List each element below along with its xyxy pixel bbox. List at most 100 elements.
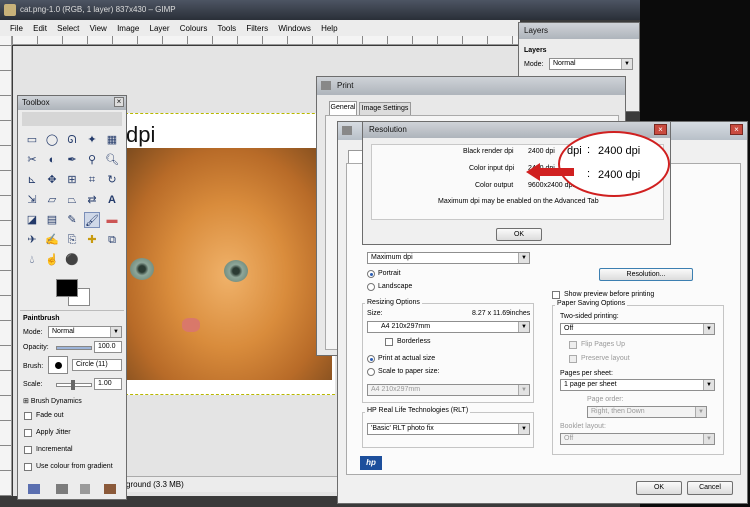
bucket-fill-icon[interactable]: ◪: [24, 212, 40, 228]
size-label: Size:: [367, 310, 383, 317]
rlt-select[interactable]: 'Basic' RLT photo fix ▼: [367, 423, 530, 435]
borderless-checkbox[interactable]: [385, 338, 393, 346]
align-icon[interactable]: ⊞: [64, 172, 80, 188]
pages-per-sheet-select[interactable]: 1 page per sheet ▼: [560, 379, 715, 391]
scissors-icon[interactable]: ✂: [24, 152, 40, 168]
scale-paper-select[interactable]: A4 210x297mm ▼: [367, 384, 530, 396]
brush-preview[interactable]: [48, 356, 68, 374]
brush-name-field[interactable]: Circle (11): [72, 359, 122, 371]
apply-jitter-checkbox[interactable]: [24, 429, 32, 437]
crop-icon[interactable]: ⌗: [84, 172, 100, 188]
resolution-button[interactable]: Resolution...: [599, 268, 693, 281]
dodge-burn-icon[interactable]: ⚫: [64, 252, 80, 268]
booklet-select[interactable]: Off ▼: [560, 433, 715, 445]
text-icon[interactable]: A: [104, 192, 120, 208]
airbrush-icon[interactable]: ✈: [24, 232, 40, 248]
paths-icon[interactable]: ✒: [64, 152, 80, 168]
paintbrush-icon[interactable]: 🖌︎: [84, 212, 100, 228]
two-sided-select[interactable]: Off ▼: [560, 323, 715, 335]
tab-general[interactable]: General: [329, 101, 357, 115]
gimp-menubar: File Edit Select View Image Layer Colour…: [0, 20, 520, 36]
measure-icon[interactable]: ⊾: [24, 172, 40, 188]
menu-edit[interactable]: Edit: [33, 24, 47, 33]
delete-options-icon[interactable]: [80, 484, 90, 494]
flip-icon[interactable]: ⇄: [84, 192, 100, 208]
move-icon[interactable]: ✥: [44, 172, 60, 188]
foreground-select-icon[interactable]: ◐: [44, 152, 60, 168]
print-actual-size-radio[interactable]: [367, 355, 375, 363]
free-select-icon[interactable]: ᘏ: [64, 132, 80, 148]
colour-picker-icon[interactable]: ⚲: [84, 152, 100, 168]
perspective-icon[interactable]: ⏢: [64, 192, 80, 208]
page-order-label: Page order:: [587, 396, 624, 403]
fuzzy-select-icon[interactable]: ✦: [84, 132, 100, 148]
ok-button[interactable]: OK: [636, 481, 682, 495]
menu-tools[interactable]: Tools: [217, 24, 236, 33]
gimp-statusbar: ground (3.3 MB): [120, 476, 350, 492]
scale-to-paper-radio[interactable]: [367, 368, 375, 376]
menu-help[interactable]: Help: [321, 24, 337, 33]
perspective-clone-icon[interactable]: ⧉: [104, 232, 120, 248]
blur-icon[interactable]: 💧︎: [24, 252, 40, 268]
ink-icon[interactable]: ✍: [44, 232, 60, 248]
shear-icon[interactable]: ▱: [44, 192, 60, 208]
foreground-colour-swatch[interactable]: [56, 279, 78, 297]
flip-pages-checkbox[interactable]: [569, 341, 577, 349]
menu-image[interactable]: Image: [117, 24, 139, 33]
scale-slider[interactable]: [56, 380, 92, 390]
chevron-down-icon: ▼: [518, 322, 529, 332]
page-order-select[interactable]: Right, then Down ▼: [587, 406, 707, 418]
restore-options-icon[interactable]: [56, 484, 68, 494]
close-icon[interactable]: ×: [730, 124, 743, 135]
layers-mode-select[interactable]: Normal ▼: [549, 58, 633, 70]
menu-view[interactable]: View: [90, 24, 107, 33]
rotate-icon[interactable]: ↻: [104, 172, 120, 188]
paint-mode-select[interactable]: Normal ▼: [48, 326, 122, 338]
portrait-radio[interactable]: [367, 270, 375, 278]
save-options-icon[interactable]: [28, 484, 40, 494]
incremental-checkbox[interactable]: [24, 446, 32, 454]
paper-size-select[interactable]: A4 210x297mm ▼: [367, 321, 530, 333]
print-quality-select[interactable]: Maximum dpi ▼: [367, 252, 530, 264]
preserve-layout-checkbox[interactable]: [569, 355, 577, 363]
properties-app-icon: [342, 126, 352, 135]
menu-file[interactable]: File: [10, 24, 23, 33]
clone-icon[interactable]: ⎘: [64, 232, 80, 248]
scale-slider-handle[interactable]: [71, 380, 75, 390]
ellipse-select-icon[interactable]: ◯: [44, 132, 60, 148]
rect-select-icon[interactable]: ▭: [24, 132, 40, 148]
cat-photo: [124, 148, 332, 380]
size-value: 8.27 x 11.69inches: [472, 310, 531, 317]
colour-select-icon[interactable]: ▦: [104, 132, 120, 148]
opacity-slider[interactable]: [56, 346, 92, 350]
close-icon[interactable]: ×: [654, 124, 667, 135]
close-icon[interactable]: ×: [114, 97, 124, 107]
reset-options-icon[interactable]: [104, 484, 116, 494]
color-input-label: Color input dpi: [469, 165, 515, 172]
heal-icon[interactable]: ✚: [84, 232, 100, 248]
scale-icon[interactable]: ⇲: [24, 192, 40, 208]
blend-icon[interactable]: ▤: [44, 212, 60, 228]
brush-dynamics-expander[interactable]: ⊞ Brush Dynamics: [23, 397, 82, 405]
layers-title: Layers: [524, 26, 549, 35]
use-gradient-checkbox[interactable]: [24, 463, 32, 471]
scale-field[interactable]: 1.00: [94, 378, 122, 390]
menu-select[interactable]: Select: [57, 24, 79, 33]
resolution-ok-button[interactable]: OK: [496, 228, 542, 241]
menu-colours[interactable]: Colours: [180, 24, 208, 33]
vertical-ruler: [0, 36, 12, 496]
cancel-button[interactable]: Cancel: [687, 481, 733, 495]
menu-filters[interactable]: Filters: [246, 24, 268, 33]
eraser-icon[interactable]: ▬: [104, 212, 120, 228]
smudge-icon[interactable]: ☝: [44, 252, 60, 268]
opacity-field[interactable]: 100.0: [94, 341, 122, 353]
tab-image-settings[interactable]: Image Settings: [359, 102, 411, 115]
landscape-radio[interactable]: [367, 283, 375, 291]
use-gradient-label: Use colour from gradient: [36, 463, 113, 470]
zoom-icon[interactable]: 🔍︎: [104, 152, 120, 168]
menu-windows[interactable]: Windows: [278, 24, 310, 33]
show-preview-checkbox[interactable]: [552, 291, 560, 299]
fade-out-checkbox[interactable]: [24, 412, 32, 420]
pencil-icon[interactable]: ✎: [64, 212, 80, 228]
menu-layer[interactable]: Layer: [150, 24, 170, 33]
